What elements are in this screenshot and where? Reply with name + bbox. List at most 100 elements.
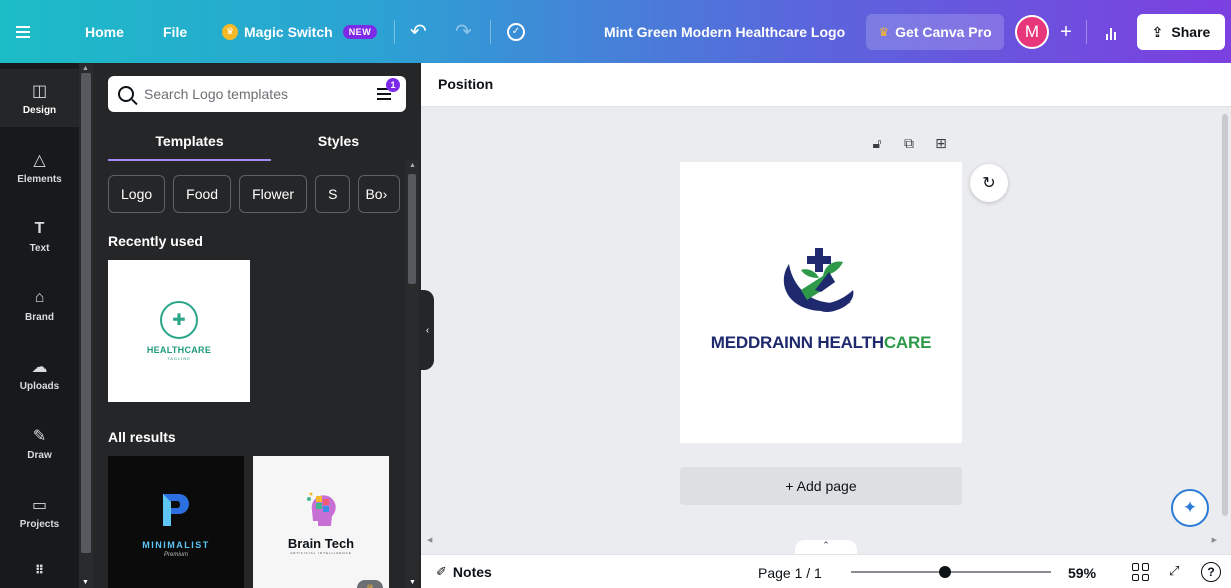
scroll-down-icon[interactable]: ▼ bbox=[409, 579, 416, 586]
avatar[interactable]: M bbox=[1015, 15, 1049, 49]
rail-item-brand[interactable]: ⌂ Brand bbox=[0, 276, 79, 334]
scroll-right-icon[interactable]: ▶ bbox=[1212, 536, 1217, 544]
heart-hands-icon: ✚ bbox=[160, 301, 198, 339]
chip-flower[interactable]: Flower bbox=[239, 175, 308, 213]
context-toolbar: Position bbox=[421, 63, 1231, 107]
toolbar-divider bbox=[1086, 20, 1087, 44]
layout-icon: ◫ bbox=[31, 82, 48, 100]
scrollbar-thumb[interactable] bbox=[408, 174, 416, 284]
plus-icon[interactable]: + bbox=[1054, 20, 1078, 44]
scrollbar-thumb[interactable] bbox=[1222, 114, 1228, 516]
template-thumbnail-minimalist[interactable]: MINIMALIST Premium bbox=[108, 456, 244, 588]
logo-text[interactable]: MEDDRAINN HEALTHCARE bbox=[680, 333, 962, 353]
text-icon: T bbox=[34, 219, 45, 237]
template-subtitle: ARTIFICIAL INTELLIGENCE bbox=[290, 551, 352, 555]
tab-styles[interactable]: Styles bbox=[271, 125, 406, 161]
notes-icon: ✐ bbox=[436, 564, 447, 579]
add-page-button[interactable]: + Add page bbox=[680, 467, 962, 505]
grid-view-icon[interactable] bbox=[1132, 563, 1150, 581]
help-icon[interactable]: ? bbox=[1201, 562, 1221, 582]
scroll-down-icon[interactable]: ▼ bbox=[82, 579, 89, 586]
share-button[interactable]: ⇪ Share bbox=[1137, 14, 1225, 50]
p-letter-icon bbox=[163, 494, 189, 526]
rail-item-design[interactable]: ◫ Design bbox=[0, 69, 79, 127]
template-name: HEALTHCARE bbox=[146, 345, 212, 355]
brand-icon: ⌂ bbox=[34, 288, 45, 306]
scroll-up-icon[interactable]: ▲ bbox=[82, 65, 89, 72]
position-button[interactable]: Position bbox=[438, 76, 493, 92]
canvas-vertical-scrollbar[interactable] bbox=[1219, 108, 1231, 534]
stats-icon[interactable] bbox=[1093, 14, 1129, 50]
top-bar: Home File ♛ Magic Switch NEW ↶ ↷ ✓ Mint … bbox=[0, 0, 1231, 63]
chevron-up-icon[interactable]: ⌃ bbox=[795, 540, 857, 554]
magic-switch-button[interactable]: ♛ Magic Switch NEW bbox=[222, 0, 378, 63]
chip-label: Bo bbox=[365, 186, 383, 202]
rail-item-draw[interactable]: ✎ Draw bbox=[0, 414, 79, 472]
chip-bo[interactable]: Bo › bbox=[358, 175, 401, 213]
template-tagline: TAGLINE bbox=[167, 356, 191, 361]
redo-icon[interactable]: ↷ bbox=[455, 0, 472, 63]
file-menu-button[interactable]: File bbox=[163, 0, 187, 63]
rail-item-label: Elements bbox=[17, 173, 62, 185]
design-page[interactable]: MEDDRAINN HEALTHCARE bbox=[680, 162, 962, 443]
add-page-icon[interactable]: ⊞ bbox=[932, 134, 950, 152]
get-canva-pro-button[interactable]: ♛ Get Canva Pro bbox=[866, 14, 1004, 50]
search-input[interactable] bbox=[144, 86, 364, 102]
share-icon: ⇪ bbox=[1151, 23, 1164, 40]
left-rail: ◫ Design △ Elements T Text ⌂ Brand ☁ Upl… bbox=[0, 63, 79, 588]
toolbar-divider bbox=[394, 20, 395, 44]
rail-item-uploads[interactable]: ☁ Uploads bbox=[0, 345, 79, 403]
lock-icon[interactable]: 🔓︎ bbox=[868, 134, 886, 152]
all-results-title: All results bbox=[108, 429, 176, 445]
menu-icon[interactable] bbox=[10, 0, 36, 63]
chip-logo[interactable]: Logo bbox=[108, 175, 166, 213]
scroll-up-icon[interactable]: ▲ bbox=[409, 162, 416, 169]
magic-switch-label: Magic Switch bbox=[244, 23, 333, 40]
logo-text-green: CARE bbox=[883, 333, 932, 352]
apps-grid-icon: ⠿ bbox=[34, 563, 45, 577]
magic-sparkle-icon[interactable]: ✦ bbox=[1171, 489, 1209, 527]
rail-item-label: Projects bbox=[19, 518, 60, 530]
chip-s[interactable]: S bbox=[315, 175, 351, 213]
notes-button[interactable]: ✐ Notes bbox=[436, 564, 492, 580]
zoom-slider-handle[interactable] bbox=[939, 566, 951, 578]
rail-scrollbar[interactable]: ▲ ▼ bbox=[79, 63, 93, 588]
fullscreen-icon[interactable]: ⤢ bbox=[1169, 563, 1179, 579]
upload-icon: ☁ bbox=[31, 358, 48, 376]
scrollbar-thumb[interactable] bbox=[81, 73, 91, 553]
document-title[interactable]: Mint Green Modern Healthcare Logo bbox=[604, 0, 845, 63]
shapes-icon: △ bbox=[33, 151, 46, 169]
chip-food[interactable]: Food bbox=[173, 175, 232, 213]
zoom-value[interactable]: 59% bbox=[1068, 565, 1096, 581]
toolbar-divider bbox=[490, 20, 491, 44]
chevron-right-icon[interactable]: › bbox=[383, 186, 388, 202]
zoom-slider[interactable] bbox=[851, 566, 1051, 578]
folder-icon: ▭ bbox=[31, 496, 48, 514]
rail-item-label: Design bbox=[22, 104, 57, 116]
template-thumbnail-healthcare[interactable]: ✚ HEALTHCARE TAGLINE bbox=[108, 260, 250, 402]
template-name: MINIMALIST bbox=[142, 540, 210, 550]
cloud-check-icon[interactable]: ✓ bbox=[507, 0, 525, 63]
bottom-bar: ✐ Notes Page 1 / 1 59% ⤢ ? bbox=[421, 554, 1231, 588]
home-button[interactable]: Home bbox=[85, 0, 124, 63]
rail-item-text[interactable]: T Text bbox=[0, 207, 79, 265]
template-thumbnail-brain-tech[interactable]: Brain Tech ARTIFICIAL INTELLIGENCE ♛ bbox=[253, 456, 389, 588]
crown-icon: ♛ bbox=[222, 23, 238, 40]
filter-icon[interactable]: 1 bbox=[376, 78, 400, 104]
refresh-sparkle-icon[interactable]: ↻ bbox=[970, 164, 1008, 202]
tab-templates[interactable]: Templates bbox=[108, 125, 271, 161]
undo-icon[interactable]: ↶ bbox=[410, 0, 427, 63]
new-badge: NEW bbox=[342, 24, 378, 39]
rail-item-label: Draw bbox=[27, 449, 52, 461]
collapse-panel-button[interactable]: ‹ bbox=[421, 290, 434, 370]
panel-scrollbar[interactable]: ▲ ▼ bbox=[405, 160, 419, 588]
template-subtitle: Premium bbox=[163, 552, 188, 558]
scroll-left-icon[interactable]: ◀ bbox=[427, 536, 432, 544]
rail-item-projects[interactable]: ▭ Projects bbox=[0, 483, 79, 541]
duplicate-page-icon[interactable]: ⧉ bbox=[900, 134, 918, 152]
apps-grid-icon[interactable]: ⠿ bbox=[0, 541, 79, 588]
page-indicator[interactable]: Page 1 / 1 bbox=[758, 565, 822, 581]
rail-item-elements[interactable]: △ Elements bbox=[0, 138, 79, 196]
filter-count-badge: 1 bbox=[386, 78, 400, 92]
recently-used-title: Recently used bbox=[108, 233, 203, 249]
